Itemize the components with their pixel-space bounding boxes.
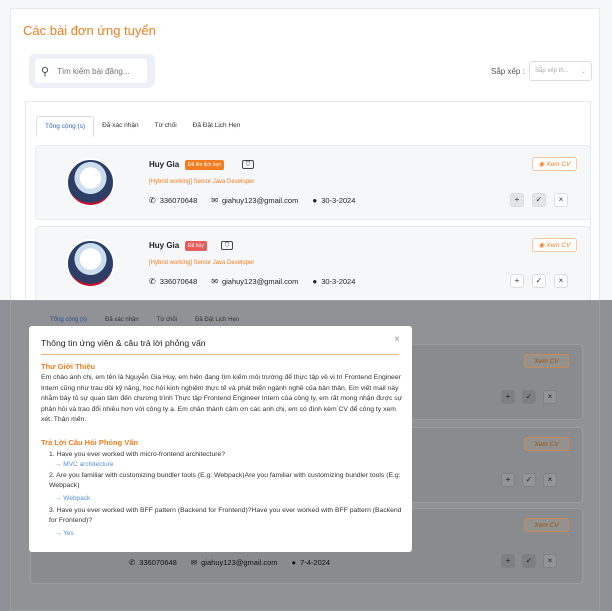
- date: 30-3-2024: [321, 196, 356, 205]
- status-badge: Đã hủy: [185, 241, 207, 251]
- person-icon: ⛉: [242, 160, 254, 169]
- applicant-name: Huy Gia: [149, 241, 180, 250]
- answer-3: → Yes: [55, 530, 74, 537]
- view-cv-label: Xem CV: [546, 160, 571, 168]
- avatar: [66, 239, 115, 288]
- question-3: 3. Have you ever worked with BFF pattern…: [49, 507, 402, 524]
- modal-divider: [41, 354, 399, 355]
- app-root: Các bài đơn ứng tuyển ⚲ Sắp xếp : Sắp xế…: [0, 0, 612, 611]
- page-title: Các bài đơn ứng tuyển: [23, 23, 156, 38]
- tab-bar: Tổng cộng (s) Đã xác nhận Từ chối Đã Đặt…: [36, 116, 248, 137]
- applicant-name: Huy Gia: [149, 160, 180, 169]
- dimmed-contact-info: ✆ 336070648 ✉ giahuy123@gmail.com ● 7-4-…: [129, 558, 330, 567]
- dimmed-view-cv-label: Xem CV: [534, 440, 559, 448]
- dimmed-accept: ✓: [522, 390, 536, 404]
- reject-button[interactable]: ×: [554, 193, 568, 207]
- mail-icon: ✉: [211, 196, 218, 205]
- status-badge: Đã lên lịch hẹn: [185, 160, 225, 170]
- dimmed-accept: ✓: [522, 554, 536, 568]
- search-field[interactable]: ⚲: [35, 59, 147, 83]
- dimmed-phone: 336070648: [139, 558, 177, 567]
- dimmed-add: +: [501, 390, 515, 404]
- page-background: Các bài đơn ứng tuyển ⚲ Sắp xếp : Sắp xế…: [0, 0, 612, 309]
- dimmed-tab-total: Tổng cộng (s): [50, 317, 88, 323]
- question-2: 2. Are you familiar with customizing bun…: [49, 472, 401, 489]
- tab-confirmed[interactable]: Đã xác nhận: [94, 116, 147, 137]
- dimmed-date: 7-4-2024: [300, 558, 331, 567]
- phone-icon: ✆: [149, 277, 156, 286]
- sort-placeholder: Sắp xếp th...: [535, 68, 569, 74]
- tab-scheduled[interactable]: Đã Đặt Lịch Hẹn: [185, 116, 249, 137]
- dimmed-reject: ×: [543, 554, 557, 568]
- avatar: [66, 158, 115, 207]
- dimmed-tab-confirmed: Đã xác nhận: [105, 317, 139, 323]
- contact-info: ✆ 336070648 ✉ giahuy123@gmail.com ● 30-3…: [149, 196, 355, 205]
- clock-icon: ●: [312, 196, 318, 205]
- application-card[interactable]: Huy Gia Đã hủy ⛉ [Hybrid working] Senior…: [35, 226, 591, 302]
- phone-icon: ✆: [129, 558, 136, 567]
- mail-icon: ✉: [211, 277, 218, 286]
- dimmed-email: giahuy123@gmail.com: [201, 558, 278, 567]
- intro-text: Em chào anh chị, em tên là Nguyễn Gia Hu…: [41, 374, 403, 423]
- clock-icon: ●: [312, 277, 318, 286]
- view-cv-button[interactable]: ◉ Xem CV: [532, 157, 577, 171]
- dimmed-add: +: [501, 554, 515, 568]
- candidate-modal: Thông tin ứng viên & câu trả lời phỏng v…: [29, 326, 412, 552]
- job-title: [Hybrid working] Senior Java Developer: [149, 179, 255, 185]
- phone-number: 336070648: [159, 196, 198, 205]
- sort-label: Sắp xếp :: [491, 67, 525, 76]
- job-title: [Hybrid working] Senior Java Developer: [149, 260, 255, 266]
- email: giahuy123@gmail.com: [221, 277, 299, 286]
- intro-heading: Thư Giới Thiệu: [41, 362, 96, 371]
- dimmed-add: +: [501, 473, 515, 487]
- applications-panel: Các bài đơn ứng tuyển ⚲ Sắp xếp : Sắp xế…: [10, 8, 600, 309]
- modal-title: Thông tin ứng viên & câu trả lời phỏng v…: [41, 338, 206, 348]
- dimmed-view-cv-label: Xem CV: [534, 521, 559, 529]
- dimmed-reject: ×: [543, 390, 557, 404]
- dimmed-tab-bar: Tổng cộng (s) Đã xác nhận Từ chối Đã Đặt…: [39, 317, 248, 323]
- email: giahuy123@gmail.com: [221, 196, 299, 205]
- clock-icon: ●: [291, 558, 297, 567]
- chevron-down-icon: ⌄: [580, 69, 586, 75]
- reject-button[interactable]: ×: [554, 274, 568, 288]
- dimmed-tab-scheduled: Đã Đặt Lịch Hẹn: [195, 317, 240, 323]
- search-input[interactable]: [57, 66, 138, 76]
- accept-button[interactable]: ✓: [532, 193, 546, 207]
- view-cv-label: Xem CV: [546, 241, 571, 249]
- search-container: ⚲: [29, 54, 155, 88]
- add-button[interactable]: +: [510, 274, 524, 288]
- qa-heading: Trả Lời Câu Hỏi Phỏng Vấn: [41, 438, 139, 447]
- view-cv-button[interactable]: ◉ Xem CV: [532, 238, 577, 252]
- dimmed-view-cv: Xem CV: [524, 518, 569, 532]
- tab-rejected[interactable]: Từ chối: [147, 116, 185, 137]
- phone-number: 336070648: [159, 277, 198, 286]
- question-1: 1. Have you ever worked with micro-front…: [49, 451, 226, 458]
- eye-icon: ◉: [538, 242, 545, 249]
- eye-icon: ◉: [538, 161, 545, 168]
- accept-button[interactable]: ✓: [532, 274, 546, 288]
- dimmed-tab-rejected: Từ chối: [156, 317, 178, 323]
- close-icon[interactable]: ×: [394, 334, 400, 345]
- tab-total[interactable]: Tổng cộng (s): [36, 116, 95, 137]
- add-button[interactable]: +: [510, 193, 524, 207]
- sort-select[interactable]: Sắp xếp th... ⌄: [529, 61, 592, 81]
- application-card[interactable]: Huy Gia Đã lên lịch hẹn ⛉ [Hybrid workin…: [35, 145, 591, 220]
- dimmed-reject: ×: [543, 473, 557, 487]
- search-icon: ⚲: [41, 65, 50, 78]
- phone-icon: ✆: [149, 196, 156, 205]
- answer-2: → Webpack: [55, 495, 91, 502]
- dimmed-view-cv: Xem CV: [524, 354, 569, 368]
- dimmed-view-cv: Xem CV: [524, 437, 569, 451]
- answer-1: → MVC architecture: [55, 461, 114, 468]
- applications-section: Tổng cộng (s) Đã xác nhận Từ chối Đã Đặt…: [25, 101, 591, 309]
- person-icon: ⛉: [221, 241, 233, 250]
- date: 30-3-2024: [321, 277, 356, 286]
- dimmed-accept: ✓: [522, 473, 536, 487]
- contact-info: ✆ 336070648 ✉ giahuy123@gmail.com ● 30-3…: [149, 277, 355, 286]
- dimmed-view-cv-label: Xem CV: [534, 357, 559, 365]
- mail-icon: ✉: [190, 558, 198, 567]
